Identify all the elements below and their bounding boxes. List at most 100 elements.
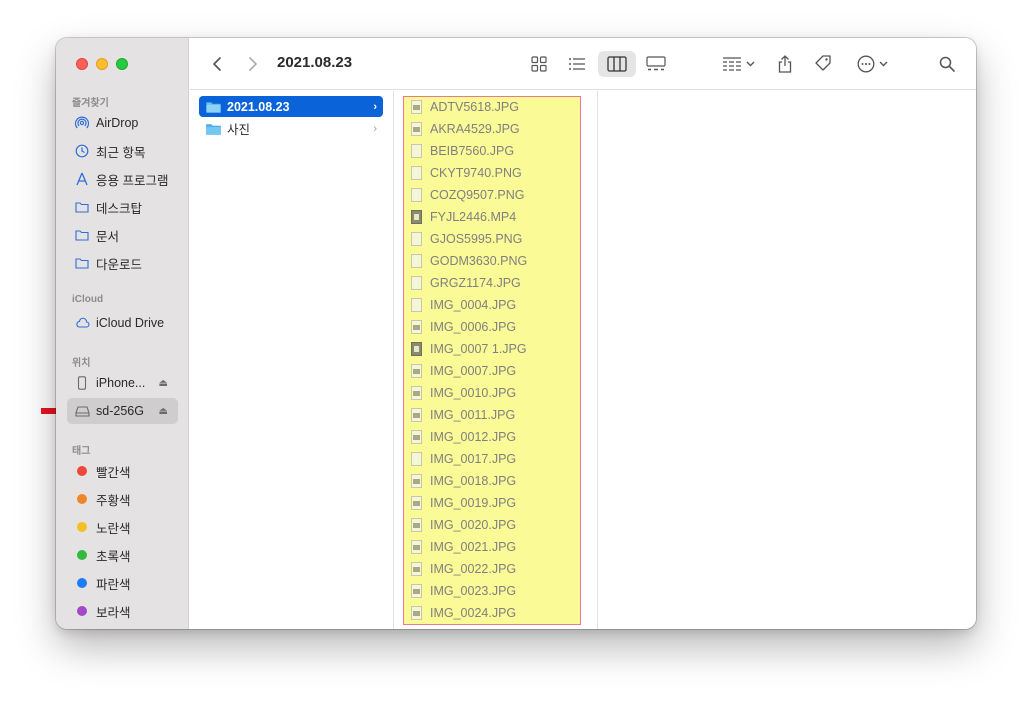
sidebar-item-documents[interactable]: 문서	[67, 222, 178, 248]
file-row[interactable]: IMG_0018.JPG	[411, 470, 516, 492]
phone-icon	[74, 375, 90, 391]
sidebar-item-label: 다운로드	[96, 257, 143, 272]
column-item-label: 2021.08.23	[227, 99, 290, 114]
tag-button[interactable]	[810, 51, 836, 77]
chevron-right-icon: ›	[373, 100, 377, 113]
file-name: IMG_0010.JPG	[430, 386, 517, 400]
file-row[interactable]: IMG_0020.JPG	[411, 514, 516, 536]
file-row[interactable]: COZQ9507.PNG	[411, 184, 524, 206]
image-file-icon	[411, 518, 422, 532]
sidebar-item-airdrop[interactable]: AirDrop	[67, 110, 178, 136]
eject-icon[interactable]: ⏏	[159, 378, 168, 389]
file-row[interactable]: IMG_0021.JPG	[411, 536, 516, 558]
file-name: GJOS5995.PNG	[430, 232, 523, 246]
file-name: IMG_0006.JPG	[430, 320, 517, 334]
sidebar-item-label: 응용 프로그램	[96, 173, 169, 188]
sidebar-item-tag-red[interactable]: 빨간색	[67, 458, 178, 484]
file-row[interactable]: AKRA4529.JPG	[411, 118, 520, 140]
browser-column-3	[599, 91, 976, 629]
list-icon	[569, 58, 585, 70]
sidebar-item-tag-yellow[interactable]: 노란색	[67, 514, 178, 540]
column-item-folder-photos[interactable]: 사진 ›	[199, 118, 383, 139]
file-row[interactable]: IMG_0022.JPG	[411, 558, 516, 580]
file-row[interactable]: GODM3630.PNG	[411, 250, 527, 272]
sidebar-item-label: iCloud Drive	[96, 316, 165, 330]
tag-color-dot	[74, 519, 90, 535]
file-row[interactable]: IMG_0010.JPG	[411, 382, 516, 404]
file-row[interactable]: IMG_0011.JPG	[411, 404, 515, 426]
sidebar-item-applications[interactable]: 응용 프로그램	[67, 166, 178, 192]
gallery-view-button[interactable]	[640, 51, 672, 77]
eject-icon[interactable]: ⏏	[159, 406, 168, 417]
sidebar-item-tag-blue[interactable]: 파란색	[67, 570, 178, 596]
file-row[interactable]: IMG_0023.JPG	[411, 580, 516, 602]
document-file-icon	[411, 188, 422, 202]
file-row[interactable]: IMG_0017.JPG	[411, 448, 516, 470]
file-row[interactable]: IMG_0007 1.JPG	[411, 338, 527, 360]
video-file-icon	[411, 342, 422, 356]
file-row[interactable]: BEIB7560.JPG	[411, 140, 514, 162]
browser-column-2: ADTV5618.JPG AKRA4529.JPG BEIB7560.JPG CKYT…	[395, 91, 598, 629]
browser-column-1: 2021.08.23 › 사진 ›	[190, 91, 394, 629]
sidebar-item-iphone[interactable]: iPhone... ⏏	[67, 370, 178, 396]
sidebar-item-label: 파란색	[96, 577, 131, 592]
sidebar-item-sd-256g[interactable]: sd-256G ⏏	[67, 398, 178, 424]
column-item-label: 사진	[227, 123, 251, 137]
tag-color-dot	[74, 547, 90, 563]
image-file-icon	[411, 386, 422, 400]
sidebar-item-label: 보라색	[96, 605, 131, 620]
apps-icon	[74, 171, 90, 187]
file-row[interactable]: ADTV5618.JPG	[411, 96, 519, 118]
image-file-icon	[411, 320, 422, 334]
more-actions-button[interactable]	[852, 51, 892, 77]
file-row[interactable]: FYJL2446.MP4	[411, 206, 516, 228]
column-view-button[interactable]	[598, 51, 636, 77]
list-view-button[interactable]	[562, 51, 592, 77]
share-button[interactable]	[772, 51, 798, 77]
document-file-icon	[411, 254, 422, 268]
file-row[interactable]: IMG_0004.JPG	[411, 294, 516, 316]
zoom-window-button[interactable]	[116, 58, 128, 70]
document-file-icon	[411, 298, 422, 312]
icon-view-button[interactable]	[524, 51, 554, 77]
group-by-button[interactable]	[718, 51, 758, 77]
sidebar-item-recents[interactable]: 최근 항목	[67, 138, 178, 164]
column-item-folder-2021-08-23[interactable]: 2021.08.23 ›	[199, 96, 383, 117]
sidebar-item-label: AirDrop	[96, 116, 139, 130]
file-name: IMG_0007 1.JPG	[430, 342, 527, 356]
chevron-right-icon: ›	[373, 122, 377, 135]
file-row[interactable]: IMG_0007.JPG	[411, 360, 516, 382]
file-name: GRGZ1174.JPG	[430, 276, 521, 290]
share-icon	[778, 55, 792, 73]
sidebar-item-icloud-drive[interactable]: iCloud Drive	[67, 310, 178, 336]
folder-icon	[74, 199, 90, 215]
search-button[interactable]	[934, 51, 960, 77]
file-row[interactable]: GJOS5995.PNG	[411, 228, 522, 250]
image-file-icon	[411, 606, 422, 620]
file-row[interactable]: IMG_0012.JPG	[411, 426, 516, 448]
close-window-button[interactable]	[76, 58, 88, 70]
file-name: IMG_0018.JPG	[430, 474, 517, 488]
file-row[interactable]: IMG_0024.JPG	[411, 602, 516, 624]
file-name: IMG_0023.JPG	[430, 584, 517, 598]
sidebar-item-desktop[interactable]: 데스크탑	[67, 194, 178, 220]
file-row[interactable]: GRGZ1174.JPG	[411, 272, 521, 294]
file-name: AKRA4529.JPG	[430, 122, 520, 136]
sidebar-item-tag-green[interactable]: 초록색	[67, 542, 178, 568]
sidebar-item-tag-orange[interactable]: 주황색	[67, 486, 178, 512]
file-row[interactable]: IMG_0019.JPG	[411, 492, 516, 514]
file-row[interactable]: CKYT9740.PNG	[411, 162, 522, 184]
forward-button[interactable]	[240, 51, 266, 77]
chevron-down-icon	[879, 61, 887, 67]
tag-color-dot	[74, 463, 90, 479]
image-file-icon	[411, 408, 422, 422]
document-file-icon	[411, 232, 422, 246]
file-row[interactable]: IMG_0006.JPG	[411, 316, 516, 338]
sidebar-item-downloads[interactable]: 다운로드	[67, 250, 178, 276]
image-file-icon	[411, 562, 422, 576]
sidebar-item-label: iPhone...	[96, 376, 146, 390]
file-name: IMG_0024.JPG	[430, 606, 517, 620]
sidebar-item-tag-purple[interactable]: 보라색	[67, 598, 178, 624]
back-button[interactable]	[204, 51, 230, 77]
minimize-window-button[interactable]	[96, 58, 108, 70]
